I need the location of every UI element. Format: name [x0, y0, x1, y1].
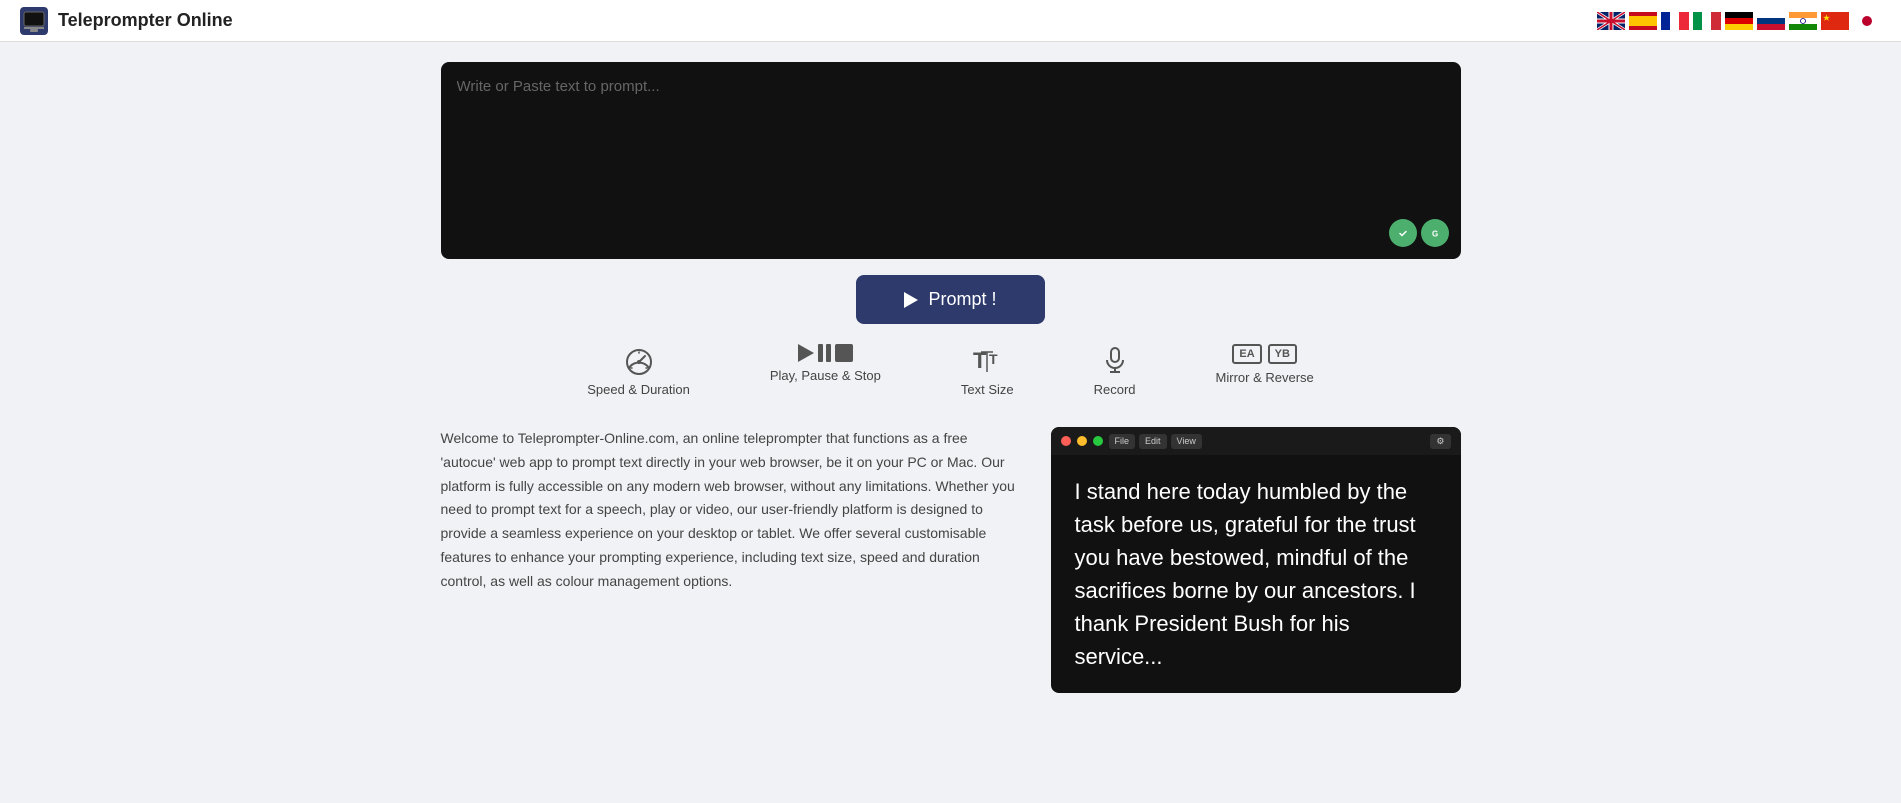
mic-icon [1099, 344, 1131, 376]
record-control[interactable]: Record [1094, 344, 1136, 397]
preview-toolbar-settings: ⚙ [1430, 434, 1450, 449]
pause-icon [818, 344, 831, 362]
record-label: Record [1094, 382, 1136, 397]
in-flag[interactable] [1789, 12, 1817, 30]
mirror-reverse-control[interactable]: EA YB Mirror & Reverse [1216, 344, 1314, 385]
speed-duration-control[interactable]: Speed & Duration [587, 344, 690, 397]
uk-flag[interactable] [1597, 12, 1625, 30]
prompt-textarea-wrapper: G [441, 62, 1461, 259]
record-icons [1099, 344, 1131, 376]
grammarly-icons: G [1389, 219, 1449, 247]
mirror-reverse-label: Mirror & Reverse [1216, 370, 1314, 385]
text-size-icons: T T [971, 344, 1003, 376]
preview-content: I stand here today humbled by the task b… [1051, 455, 1461, 693]
preview-toolbar-edit: Edit [1139, 434, 1167, 449]
preview-toolbar-file: File [1109, 434, 1136, 449]
ru-flag[interactable] [1757, 12, 1785, 30]
mirror-reverse-icons: EA YB [1232, 344, 1297, 364]
header-left: Teleprompter Online [20, 7, 233, 35]
de-flag[interactable] [1725, 12, 1753, 30]
play-pause-stop-label: Play, Pause & Stop [770, 368, 881, 383]
preview-toolbar-view: View [1171, 434, 1202, 449]
preview-top-bar: File Edit View ⚙ [1051, 427, 1461, 455]
logo-icon [20, 7, 48, 35]
grammarly-g-button[interactable]: G [1421, 219, 1449, 247]
preview-toolbar: File Edit View ⚙ [1109, 434, 1451, 449]
text-size-control[interactable]: T T Text Size [961, 344, 1014, 397]
it-flag[interactable] [1693, 12, 1721, 30]
prompt-button-label: Prompt ! [928, 289, 996, 310]
svg-text:T: T [989, 351, 998, 367]
preview-dot-yellow [1077, 436, 1087, 446]
play-icon [798, 344, 814, 362]
play-pause-stop-icons [798, 344, 853, 362]
text-size-icon: T T [971, 344, 1003, 376]
grammarly-check-button[interactable] [1389, 219, 1417, 247]
play-triangle-icon [904, 292, 918, 308]
stop-icon [835, 344, 853, 362]
prompt-button[interactable]: Prompt ! [856, 275, 1044, 324]
main-content: G Prompt ! [0, 42, 1901, 713]
jp-flag[interactable] [1853, 12, 1881, 30]
grammarly-check-icon [1396, 226, 1410, 240]
prompt-textarea[interactable] [457, 78, 1445, 238]
fr-flag[interactable] [1661, 12, 1689, 30]
es-flag[interactable] [1629, 12, 1657, 30]
preview-dot-red [1061, 436, 1071, 446]
lower-section: Welcome to Teleprompter-Online.com, an o… [441, 427, 1461, 693]
mirror-ea-box: EA [1232, 344, 1261, 364]
prompt-button-wrapper: Prompt ! [856, 275, 1044, 324]
speed-duration-icons [623, 344, 655, 376]
speedometer-icon [623, 344, 655, 376]
language-flags [1597, 12, 1881, 30]
speed-duration-label: Speed & Duration [587, 382, 690, 397]
description-text: Welcome to Teleprompter-Online.com, an o… [441, 427, 1021, 693]
preview-dot-green [1093, 436, 1103, 446]
cn-flag[interactable] [1821, 12, 1849, 30]
preview-window: File Edit View ⚙ I stand here today humb… [1051, 427, 1461, 693]
header: Teleprompter Online [0, 0, 1901, 42]
svg-text:G: G [1432, 230, 1438, 239]
text-size-label: Text Size [961, 382, 1014, 397]
grammarly-g-icon: G [1428, 226, 1442, 240]
mirror-yb-box: YB [1268, 344, 1297, 364]
controls-row: Speed & Duration Play, Pause & Stop T T [587, 344, 1314, 397]
play-pause-stop-control[interactable]: Play, Pause & Stop [770, 344, 881, 383]
app-title: Teleprompter Online [58, 10, 233, 31]
